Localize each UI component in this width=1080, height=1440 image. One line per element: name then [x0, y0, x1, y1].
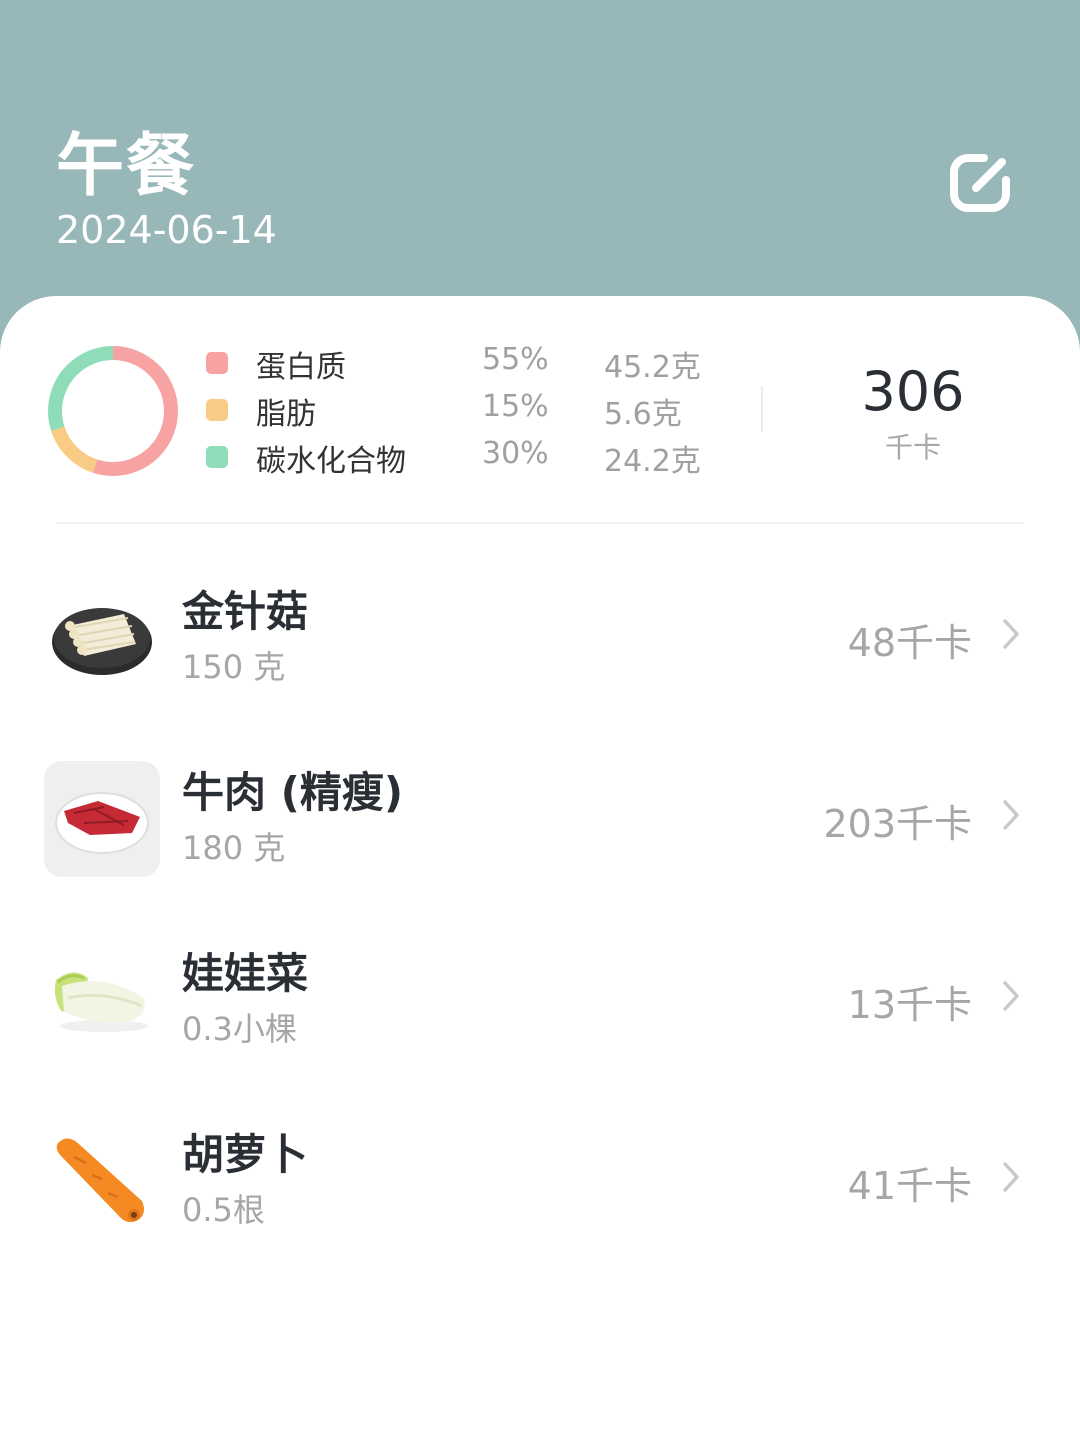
macro-row-carbs: 碳水化合物 30% 24.2克: [204, 434, 724, 480]
macro-name: 脂肪: [256, 397, 316, 432]
meal-date: 2024-06-14: [56, 208, 277, 252]
section-divider: [56, 522, 1024, 524]
macro-percent: 55%: [482, 342, 549, 377]
lean-beef-image: [44, 761, 160, 877]
food-name: 娃娃菜: [182, 949, 309, 998]
macro-swatch: [206, 446, 228, 468]
chevron-right-icon: [1003, 981, 1019, 1011]
total-calories-unit: 千卡: [884, 431, 941, 464]
vertical-divider: [761, 386, 763, 432]
food-item-baby-cabbage[interactable]: 娃娃菜 0.3小棵 13千卡: [0, 940, 1080, 1090]
macro-row-fat: 脂肪 15% 5.6克: [204, 387, 724, 433]
food-item-beef[interactable]: 牛肉 (精瘦) 180 克 203千卡: [0, 759, 1080, 909]
macro-swatch: [206, 399, 228, 421]
macro-amount: 24.2克: [604, 444, 701, 479]
food-name: 胡萝卜: [182, 1130, 309, 1179]
food-calories: 203千卡: [823, 802, 972, 846]
food-quantity: 150 克: [182, 648, 286, 686]
food-item-carrot[interactable]: 胡萝卜 0.5根 41千卡: [0, 1121, 1080, 1271]
food-quantity: 180 克: [182, 829, 286, 867]
chevron-right-icon: [1003, 619, 1019, 649]
edit-button[interactable]: [946, 148, 1016, 218]
macro-donut-chart: [48, 346, 178, 476]
meal-card: 蛋白质 55% 45.2克 脂肪 15% 5.6克 碳水化合物 30% 24.2…: [0, 296, 1080, 1440]
food-name: 牛肉 (精瘦): [182, 768, 404, 817]
carrot-image: [44, 1123, 160, 1239]
food-name: 金针菇: [182, 587, 309, 636]
food-quantity: 0.3小棵: [182, 1010, 297, 1048]
macro-amount: 45.2克: [604, 350, 701, 385]
macro-swatch: [206, 352, 228, 374]
macro-name: 碳水化合物: [256, 444, 406, 479]
chevron-right-icon: [1003, 800, 1019, 830]
enoki-mushroom-image: [44, 580, 160, 696]
macro-row-protein: 蛋白质 55% 45.2克: [204, 340, 724, 386]
edit-icon: [950, 154, 1010, 212]
macro-percent: 15%: [482, 389, 549, 424]
food-calories: 41千卡: [847, 1164, 972, 1208]
meal-title: 午餐: [56, 127, 197, 206]
macro-amount: 5.6克: [604, 397, 682, 432]
macro-name: 蛋白质: [256, 350, 346, 385]
total-calories: 306: [861, 360, 965, 423]
food-item-enoki[interactable]: 金针菇 150 克 48千卡: [0, 578, 1080, 728]
food-quantity: 0.5根: [182, 1191, 265, 1229]
macro-percent: 30%: [482, 436, 549, 471]
food-calories: 13千卡: [847, 983, 972, 1027]
chevron-right-icon: [1003, 1162, 1019, 1192]
food-calories: 48千卡: [847, 621, 972, 665]
baby-cabbage-image: [44, 942, 160, 1058]
